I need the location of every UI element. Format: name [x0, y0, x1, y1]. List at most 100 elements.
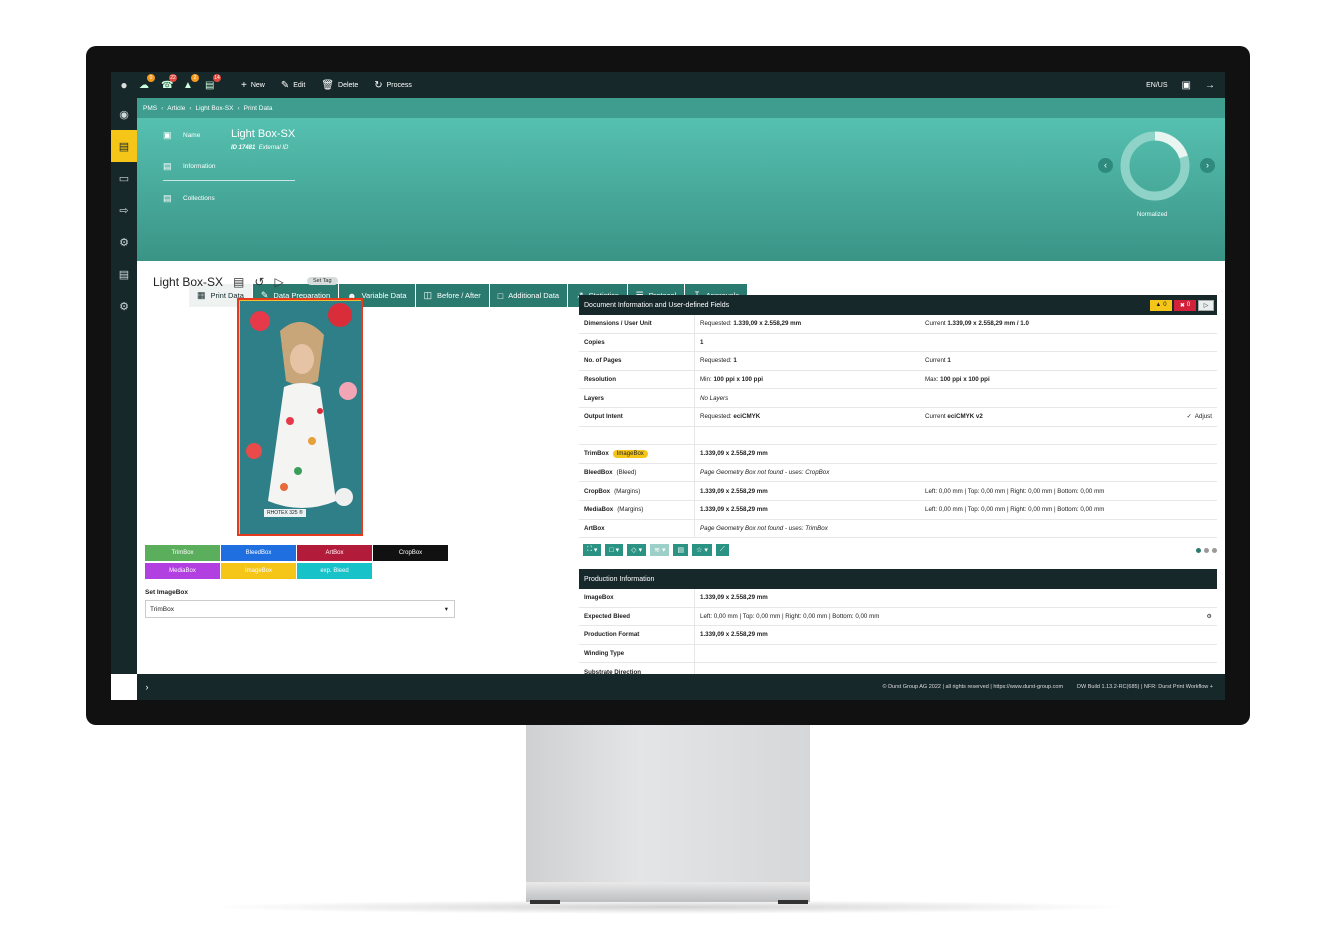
- comment-tool-button[interactable]: ▤: [673, 544, 689, 556]
- sidebar-item-settings[interactable]: ⚙: [111, 290, 137, 322]
- build-info: DW Build 1.13.2-RC(685) | NFR: Durst Pri…: [1077, 684, 1213, 690]
- bleedbox-button[interactable]: BleedBox: [221, 545, 296, 561]
- article-id: ID 17481 External ID: [231, 145, 288, 151]
- imagebox-button[interactable]: ImageBox: [221, 563, 296, 579]
- pager-dot[interactable]: [1196, 547, 1201, 553]
- collections-row[interactable]: ▤ Collections: [163, 193, 215, 204]
- adjust-button[interactable]: ✓ Adjust: [1177, 413, 1217, 420]
- sidebar-item-printers[interactable]: ▤: [111, 258, 137, 290]
- value: 1: [700, 338, 704, 346]
- new-button[interactable]: + New: [241, 80, 265, 91]
- tab-additional-data[interactable]: □ Additional Data: [489, 284, 568, 307]
- pager-dot[interactable]: [1212, 547, 1217, 553]
- sidebar-item-folders[interactable]: ▭: [111, 162, 137, 194]
- table-row: MediaBox (Margins) 1.339,09 x 2.558,29 mm…: [579, 500, 1217, 520]
- rotate-icon[interactable]: ↺: [254, 275, 264, 289]
- name-row[interactable]: ▣ Name: [163, 130, 200, 141]
- external-id-label: External ID: [258, 145, 289, 151]
- table-row: Layers No Layers: [579, 389, 1217, 408]
- prev-arrow-icon[interactable]: ‹: [1098, 158, 1113, 173]
- trimbox-button[interactable]: TrimBox: [145, 545, 220, 561]
- box-name: MediaBox: [584, 506, 614, 514]
- row-value: 1.339,09 x 2.558,29 mm: [700, 487, 768, 495]
- measure-icon: ⟋: [719, 546, 725, 553]
- article-name: Light Box-SX: [231, 128, 296, 140]
- pager-dot[interactable]: [1204, 547, 1209, 553]
- status-donut: [1117, 128, 1193, 204]
- row-key: ImageBox: [579, 589, 695, 607]
- row-key: BleedBox (Bleed): [579, 463, 695, 482]
- book-icon[interactable]: ▣: [1182, 80, 1191, 91]
- logout-icon[interactable]: →: [1205, 80, 1215, 91]
- imagebox-select[interactable]: TrimBox ▾: [145, 600, 455, 618]
- breadcrumb-item[interactable]: Light Box-SX: [196, 105, 234, 112]
- layers-tool-button[interactable]: ≋ ▾: [650, 544, 670, 556]
- row-key: Layers: [579, 389, 695, 407]
- pdf-export-icon[interactable]: ▤: [233, 275, 244, 289]
- shape-tool-button[interactable]: ◇ ▾: [627, 544, 647, 556]
- row-margins: Left: 0,00 mm | Top: 0,00 mm | Right: 0,…: [925, 487, 1105, 495]
- status-label: Normalized: [1137, 212, 1168, 218]
- cart-icon[interactable]: ▲ 2: [183, 73, 203, 91]
- sidebar-item-import[interactable]: ⇨: [111, 194, 137, 226]
- process-button[interactable]: ↻ Process: [374, 80, 412, 91]
- edit-button[interactable]: ✎ Edit: [281, 80, 305, 91]
- layers-icon: ≋: [654, 547, 660, 554]
- expand-sidebar-icon[interactable]: ›: [137, 682, 157, 692]
- document-info-table: Dimensions / User Unit Requested: 1.339,…: [579, 315, 1217, 539]
- artbox-button[interactable]: ArtBox: [297, 545, 372, 561]
- monitor-stand-base: [526, 882, 810, 902]
- cloud-icon[interactable]: ☁ 0: [139, 73, 159, 91]
- set-tag-button[interactable]: Set Tag: [307, 277, 338, 285]
- row-key: [579, 426, 695, 445]
- information-row[interactable]: ▤ Information: [163, 161, 216, 172]
- monitor-foot-left: [530, 900, 560, 904]
- row-value: 1.339,09 x 2.558,29 mm: [700, 506, 768, 514]
- row-value: Page Geometry Box not found - uses: Crop…: [700, 469, 830, 477]
- value: eciCMYK v2: [947, 413, 983, 421]
- preview-brand-label: RHOTEX 325 ®: [264, 509, 306, 517]
- tab-before-after[interactable]: ◫ Before / After: [415, 284, 489, 307]
- chevron-down-icon: ▾: [444, 606, 448, 613]
- export-icon[interactable]: ▷: [1198, 299, 1214, 311]
- id-card-icon: ▣: [163, 130, 172, 140]
- table-row: ArtBox Page Geometry Box not found - use…: [579, 519, 1217, 539]
- breadcrumb-separator: ‹: [189, 104, 192, 112]
- gear-icon[interactable]: ⚙: [1177, 613, 1217, 620]
- sidebar-item-workflow[interactable]: ⚙: [111, 226, 137, 258]
- frame-tool-button[interactable]: ⛶ ▾: [583, 544, 602, 556]
- expected-bleed-button[interactable]: exp. Bleed: [297, 563, 372, 579]
- chevron-down-icon: ▾: [615, 547, 620, 554]
- box-tool-button[interactable]: □ ▾: [605, 544, 624, 556]
- warning-badge[interactable]: ▲ 0: [1150, 299, 1172, 311]
- sidebar-item-articles[interactable]: ▤: [111, 130, 137, 162]
- headset-icon[interactable]: ☎ 22: [161, 73, 181, 91]
- row-value: Requested: 1.339,09 x 2.558,29 mm: [695, 320, 925, 327]
- tag-icon[interactable]: ▷: [274, 275, 283, 289]
- breadcrumb-item[interactable]: Article: [167, 105, 185, 112]
- error-count: 0: [1186, 302, 1191, 308]
- chevron-down-icon: ▾: [704, 547, 708, 554]
- panel-title: Production Information: [584, 575, 655, 583]
- check-icon: ✓: [1186, 413, 1192, 421]
- row-key: Resolution: [579, 370, 695, 389]
- cropbox-button[interactable]: CropBox: [373, 545, 448, 561]
- row-value: Page Geometry Box not found - uses: Trim…: [700, 524, 828, 532]
- user-avatar-icon[interactable]: ●: [111, 78, 137, 92]
- notification-badge: 2: [191, 73, 199, 82]
- notification-badge: 22: [169, 73, 177, 82]
- error-badge[interactable]: ✖ 0: [1174, 299, 1196, 311]
- row-key: Output Intent: [579, 407, 695, 426]
- printer-icon[interactable]: ▤ 14: [205, 73, 225, 91]
- monitor-shadow: [200, 900, 1136, 914]
- breadcrumb-item[interactable]: PMS: [143, 105, 157, 112]
- measure-tool-button[interactable]: ⟋: [715, 544, 729, 556]
- row-key: ArtBox: [579, 519, 695, 538]
- folder-icon: ▭: [118, 172, 130, 185]
- sidebar-item-jobs[interactable]: ◉: [111, 98, 137, 130]
- favorite-tool-button[interactable]: ☆ ▾: [692, 544, 712, 556]
- delete-button[interactable]: 🗑 Delete: [321, 80, 358, 91]
- locale-selector[interactable]: EN/US: [1146, 82, 1167, 89]
- mediabox-button[interactable]: MediaBox: [145, 563, 220, 579]
- next-arrow-icon[interactable]: ›: [1200, 158, 1215, 173]
